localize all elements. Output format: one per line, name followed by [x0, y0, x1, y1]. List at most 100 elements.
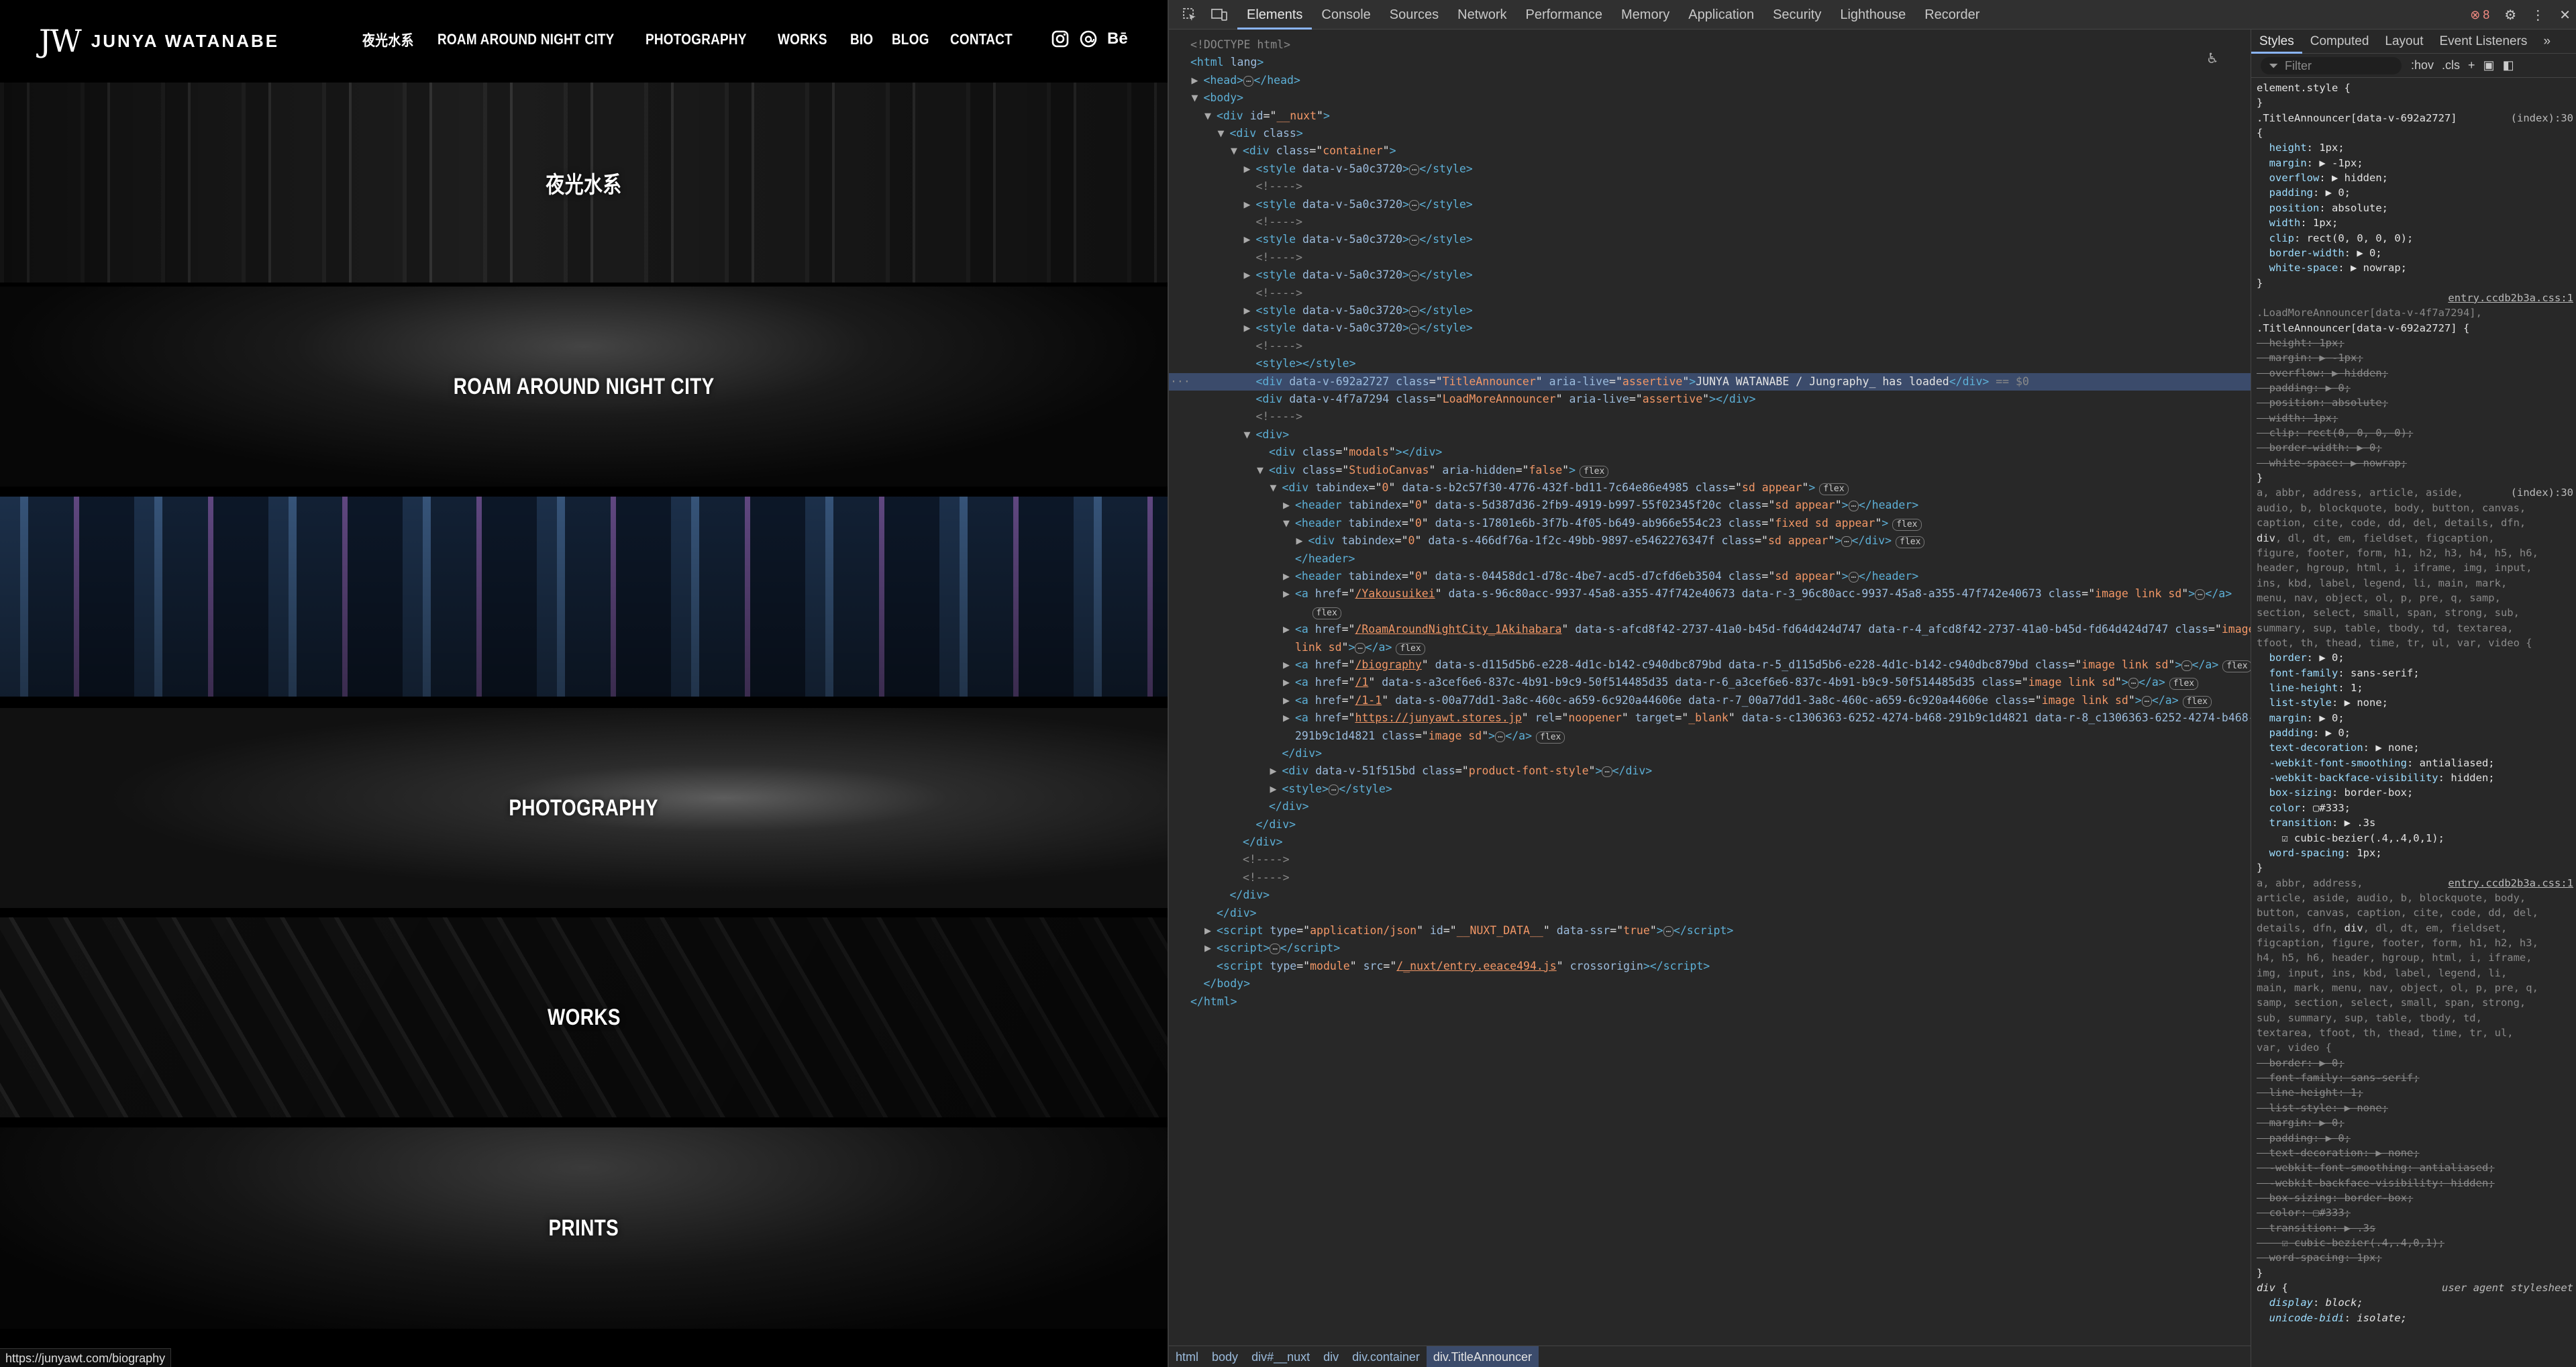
settings-gear-icon[interactable]: ⚙: [2504, 7, 2516, 23]
style-rule-line[interactable]: white-space: ▶ nowrap;: [2257, 456, 2573, 470]
style-rule-line[interactable]: .TitleAnnouncer[data-v-692a2727] (index):…: [2257, 111, 2573, 125]
style-rule-line[interactable]: }: [2257, 1266, 2573, 1280]
style-rule-line[interactable]: box-sizing: border-box;: [2257, 785, 2573, 800]
nav-item-contact[interactable]: CONTACT: [950, 31, 1013, 48]
site-logo[interactable]: JW JUNYA WATANABE: [39, 23, 279, 59]
style-rule-line[interactable]: section, select, small, span, strong, su…: [2257, 605, 2573, 620]
dom-node[interactable]: ▶ <header tabindex="0" data-s-5d387d36-2f…: [1169, 497, 1918, 514]
style-rule-line[interactable]: padding: ▶ 0;: [2257, 381, 2573, 395]
style-rule-line[interactable]: margin: ▶ 0;: [2257, 711, 2573, 725]
style-rule-line[interactable]: div {user agent stylesheet: [2257, 1280, 2573, 1295]
tab-sources[interactable]: Sources: [1380, 0, 1448, 30]
gallery-link-yakousuikei[interactable]: 夜光水系: [0, 83, 1168, 283]
dom-node[interactable]: <!DOCTYPE html>: [1169, 36, 1290, 54]
style-rule-line[interactable]: color: ▢#333;: [2257, 801, 2573, 815]
style-rule-line[interactable]: display: block;: [2257, 1295, 2573, 1310]
dom-node[interactable]: link sd"> ⋯ </a> flex: [1169, 639, 1425, 656]
nav-item-works[interactable]: WORKS: [778, 31, 827, 48]
style-rule-line[interactable]: margin: ▶ 0;: [2257, 1115, 2573, 1130]
style-rule-line[interactable]: transition: ▶ .3s: [2257, 1221, 2573, 1235]
dom-node[interactable]: ▼ <div class>: [1169, 125, 1303, 142]
gallery-link-works[interactable]: WORKS: [0, 917, 1168, 1117]
dom-node[interactable]: <div data-v-4f7a7294 class="LoadMoreAnno…: [1169, 391, 1756, 408]
style-rule-line[interactable]: width: 1px;: [2257, 411, 2573, 425]
dom-node[interactable]: ▼ <div>: [1169, 426, 1290, 444]
dom-node[interactable]: <!---->: [1169, 338, 1303, 355]
style-rule-line[interactable]: {: [2257, 125, 2573, 140]
dom-node[interactable]: ▼ <div tabindex="0" data-s-b2c57f30-4776-…: [1169, 479, 1849, 497]
gallery-link-photography[interactable]: PHOTOGRAPHY: [0, 708, 1168, 908]
close-devtools-icon[interactable]: ✕: [2559, 7, 2571, 23]
style-rule-line[interactable]: word-spacing: 1px;: [2257, 1250, 2573, 1265]
hover-state-toggle[interactable]: :hov: [2411, 58, 2434, 72]
style-rule-line[interactable]: list-style: ▶ none;: [2257, 695, 2573, 710]
dom-node[interactable]: ▶ <style data-v-5a0c3720> ⋯ </style>: [1169, 196, 1473, 213]
style-rule-line[interactable]: ☑ cubic-bezier(.4,.4,0,1);: [2257, 831, 2573, 846]
tab-application[interactable]: Application: [1679, 0, 1763, 30]
style-rule-line[interactable]: -webkit-backface-visibility: hidden;: [2257, 1176, 2573, 1191]
style-rule-line[interactable]: clip: rect(0, 0, 0, 0);: [2257, 231, 2573, 246]
style-rule-line[interactable]: main, mark, menu, nav, object, ol, p, pr…: [2257, 980, 2573, 995]
dom-node[interactable]: <!---->: [1169, 869, 1290, 887]
style-rule-line[interactable]: height: 1px;: [2257, 336, 2573, 350]
breadcrumb-html[interactable]: html: [1169, 1346, 1205, 1367]
class-toggle[interactable]: .cls: [2442, 58, 2460, 72]
breadcrumb-div[interactable]: div: [1317, 1346, 1345, 1367]
dom-node[interactable]: ▶ <head> ⋯ </head>: [1169, 72, 1300, 89]
breadcrumb-container[interactable]: div.container: [1345, 1346, 1427, 1367]
style-rule-line[interactable]: .TitleAnnouncer[data-v-692a2727] {: [2257, 321, 2573, 336]
style-rule-line[interactable]: white-space: ▶ nowrap;: [2257, 260, 2573, 275]
tab-console[interactable]: Console: [1312, 0, 1380, 30]
dom-node[interactable]: ▶ <a href="/RoamAroundNightCity_1Akihabar…: [1169, 621, 2251, 638]
dom-node[interactable]: <!---->: [1169, 249, 1303, 266]
dom-node[interactable]: ▶ <a href="/1" data-s-a3cef6e6-837c-4b91-…: [1169, 674, 2199, 691]
style-rule-line[interactable]: textarea, tfoot, th, thead, time, tr, ul…: [2257, 1025, 2573, 1040]
style-rule-line[interactable]: -webkit-backface-visibility: hidden;: [2257, 770, 2573, 785]
style-rule-line[interactable]: overflow: ▶ hidden;: [2257, 366, 2573, 381]
style-rule-line[interactable]: }: [2257, 276, 2573, 291]
nav-item-bio[interactable]: BIO: [850, 31, 873, 48]
style-rule-line[interactable]: ins, kbd, label, legend, li, main, mark,: [2257, 576, 2573, 591]
nav-item-yakousuikei[interactable]: 夜光水系: [362, 29, 414, 50]
dom-node[interactable]: ▼ <div class="StudioCanvas" aria-hidden="…: [1169, 462, 1609, 479]
style-rule-line[interactable]: a, abbr, address, article, aside, (index)…: [2257, 485, 2573, 500]
dom-node[interactable]: flex: [1169, 603, 1341, 621]
style-rule-line[interactable]: line-height: 1;: [2257, 1085, 2573, 1100]
dom-node[interactable]: <!---->: [1169, 213, 1303, 231]
more-tabs-chevron-icon[interactable]: »: [2535, 30, 2559, 54]
style-rule-line[interactable]: element.style {: [2257, 81, 2573, 95]
style-rule-line[interactable]: text-decoration: ▶ none;: [2257, 740, 2573, 755]
dom-node[interactable]: </div>: [1169, 887, 1270, 904]
breadcrumb-nuxt-div[interactable]: div#__nuxt: [1245, 1346, 1317, 1367]
more-options-icon[interactable]: ⋮: [2531, 7, 2544, 23]
style-rule-line[interactable]: .LoadMoreAnnouncer[data-v-4f7a7294],: [2257, 305, 2573, 320]
gallery-link-roam-around-night-city[interactable]: ROAM AROUND NIGHT CITY: [0, 287, 1168, 487]
style-rule-line[interactable]: position: absolute;: [2257, 395, 2573, 410]
inspect-element-icon[interactable]: [1181, 6, 1198, 23]
style-rule-line[interactable]: var, video {: [2257, 1040, 2573, 1055]
tab-memory[interactable]: Memory: [1612, 0, 1679, 30]
style-rule-line[interactable]: caption, cite, code, dd, del, details, d…: [2257, 515, 2573, 530]
style-rule-line[interactable]: div, dl, dt, em, fieldset, figcaption,: [2257, 531, 2573, 546]
style-rule-line[interactable]: }: [2257, 860, 2573, 875]
style-rule-line[interactable]: audio, b, blockquote, body, button, canv…: [2257, 501, 2573, 515]
style-rule-line[interactable]: -webkit-font-smoothing: antialiased;: [2257, 1160, 2573, 1175]
style-rule-line[interactable]: font-family: sans-serif;: [2257, 1070, 2573, 1085]
device-toolbar-icon[interactable]: [1210, 6, 1228, 23]
style-rule-line[interactable]: position: absolute;: [2257, 201, 2573, 215]
dom-node[interactable]: </div>: [1169, 816, 1296, 833]
style-rule-line[interactable]: header, hgroup, html, i, iframe, img, in…: [2257, 560, 2573, 575]
style-rule-line[interactable]: text-decoration: ▶ none;: [2257, 1146, 2573, 1160]
dom-node[interactable]: <!---->: [1169, 285, 1303, 302]
gallery-link-prints[interactable]: PRINTS: [0, 1127, 1168, 1329]
dom-node[interactable]: <div class="modals"></div>: [1169, 444, 1442, 461]
style-rule-line[interactable]: word-spacing: 1px;: [2257, 846, 2573, 860]
dom-node[interactable]: ▶ <style> ⋯ </style>: [1169, 780, 1392, 798]
style-rule-line[interactable]: border: ▶ 0;: [2257, 650, 2573, 665]
dom-node[interactable]: ▶ <style data-v-5a0c3720> ⋯ </style>: [1169, 266, 1473, 284]
tab-layout[interactable]: Layout: [2377, 30, 2431, 54]
dom-node[interactable]: ▶ <header tabindex="0" data-s-04458dc1-d7…: [1169, 568, 1918, 585]
style-rule-line[interactable]: menu, nav, object, ol, p, pre, q, samp,: [2257, 591, 2573, 605]
nav-item-roam-around-night-city[interactable]: ROAM AROUND NIGHT CITY: [437, 31, 615, 48]
style-rule-line[interactable]: margin: ▶ -1px;: [2257, 156, 2573, 170]
